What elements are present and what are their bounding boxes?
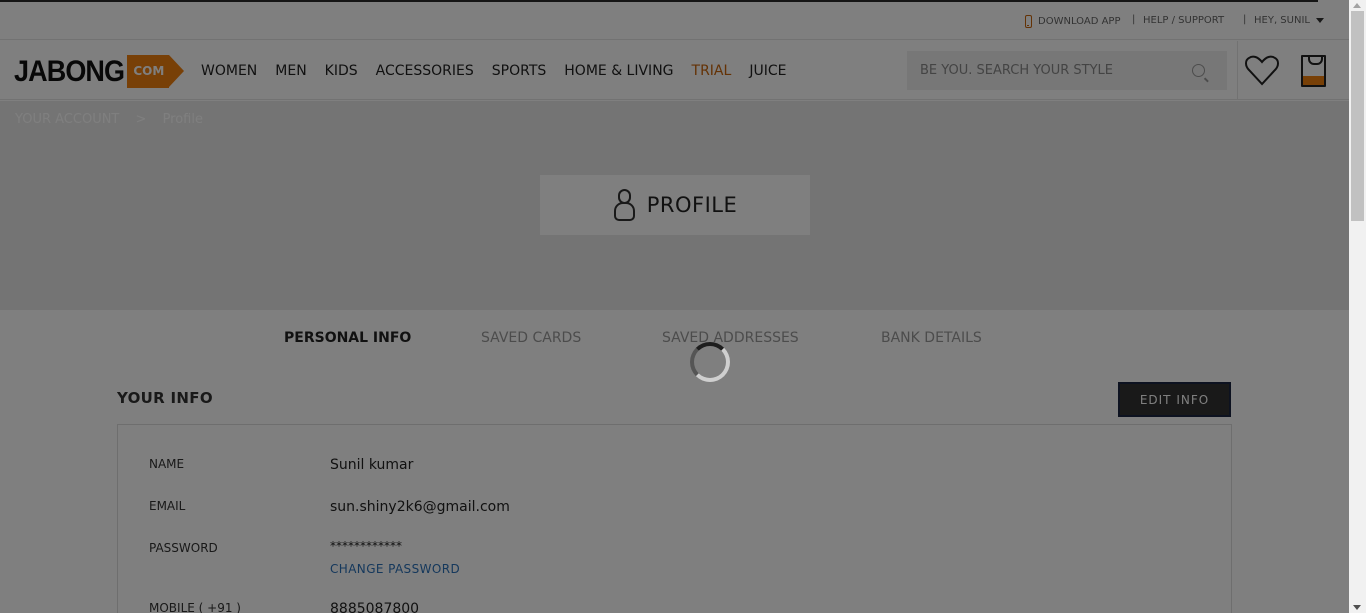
loading-overlay	[0, 0, 1349, 613]
scrollbar-thumb[interactable]	[1351, 11, 1364, 221]
page: DOWNLOAD APP | HELP / SUPPORT | HEY, SUN…	[0, 0, 1349, 613]
vertical-scrollbar[interactable]	[1349, 0, 1366, 613]
scroll-down-arrow-icon[interactable]	[1353, 605, 1361, 610]
scroll-up-arrow-icon[interactable]	[1353, 3, 1361, 8]
loading-spinner-icon	[690, 342, 730, 382]
